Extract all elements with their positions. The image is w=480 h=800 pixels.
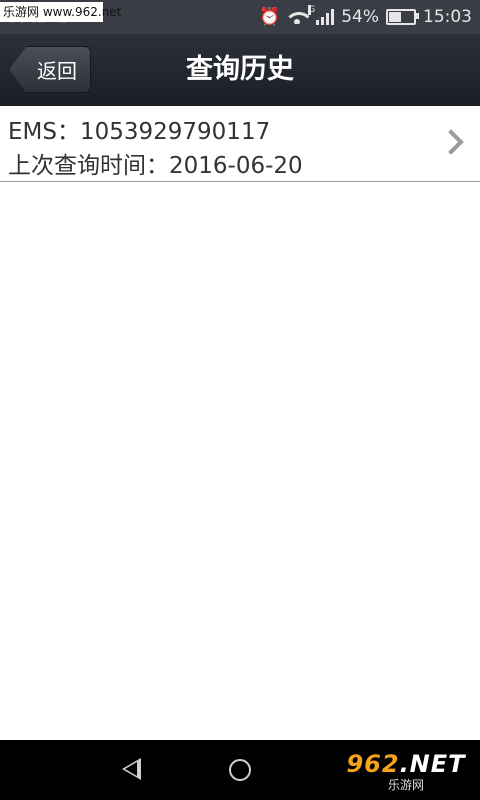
alarm-icon: ⏰ <box>259 7 281 27</box>
nav-home-icon[interactable] <box>229 759 251 781</box>
watermark-banner: 乐游网 www.962.net <box>0 2 121 22</box>
navigation-bar: 962.NET 乐游网 <box>0 740 480 800</box>
clock: 15:03 <box>423 7 472 27</box>
signal-icon: G <box>308 5 335 25</box>
back-button[interactable]: 返回 <box>9 46 91 93</box>
battery-icon <box>386 9 419 25</box>
chevron-right-icon <box>438 129 464 155</box>
title-bar: 返回 查询历史 <box>0 34 480 106</box>
last-query-time: 上次查询时间：2016-06-20 <box>8 153 303 179</box>
battery-percent: 54% <box>341 7 379 27</box>
status-bar: 中国移动 乐游网 www.962.net ⏰ G 54% 15:03 <box>0 0 480 34</box>
status-icons: ⏰ G 54% 15:03 <box>259 0 472 34</box>
watermark-logo: 962.NET 乐游网 <box>346 749 466 792</box>
nav-back-icon[interactable] <box>122 758 141 780</box>
tracking-number: EMS：1053929790117 <box>8 119 271 145</box>
history-list-item[interactable]: EMS：1053929790117 上次查询时间：2016-06-20 <box>0 106 480 182</box>
wifi-icon <box>287 10 310 24</box>
